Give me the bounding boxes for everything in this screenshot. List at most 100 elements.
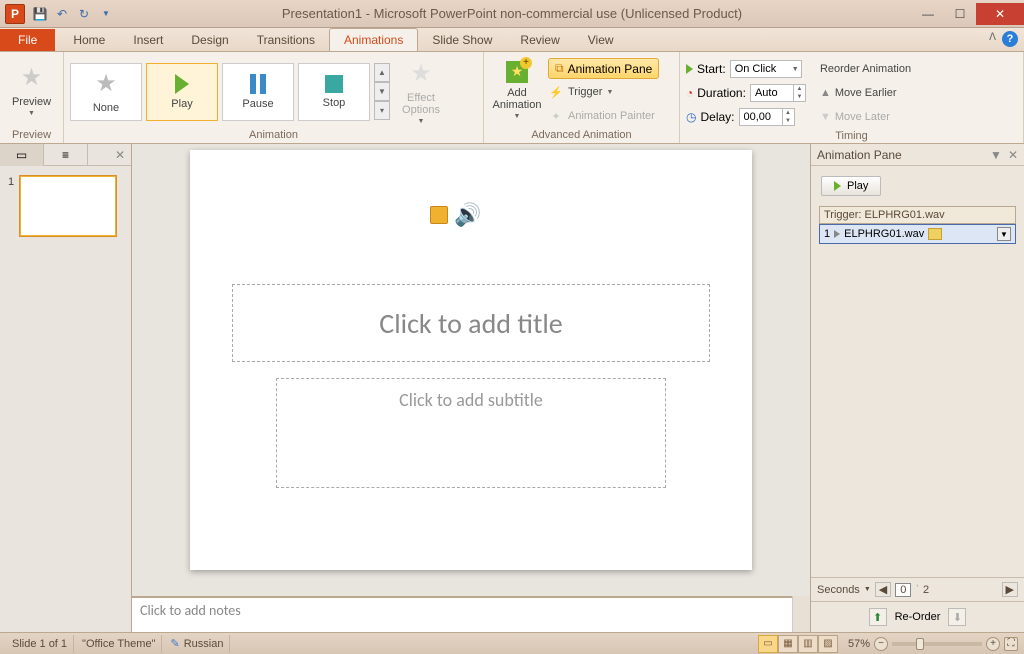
spin-up[interactable]: ▲	[793, 85, 805, 93]
animation-pane-button[interactable]: ⧉ Animation Pane	[548, 58, 659, 79]
gallery-down[interactable]: ▼	[374, 82, 390, 101]
chevron-down-icon: ▼	[28, 110, 35, 117]
reorder-up-button[interactable]: ⬆	[869, 608, 887, 626]
animation-item[interactable]: 1 ELPHRG01.wav ▼	[819, 224, 1016, 244]
tab-design[interactable]: Design	[177, 29, 242, 51]
duration-spinner[interactable]: Auto ▲▼	[750, 84, 806, 102]
trigger-button[interactable]: ⚡ Trigger ▼	[548, 81, 659, 103]
tab-file[interactable]: File	[0, 29, 55, 51]
delay-label: Delay:	[700, 110, 734, 124]
qat-more-icon[interactable]: ▼	[96, 4, 116, 24]
slides-icon: ▭	[16, 148, 27, 162]
timeline-prev[interactable]: ◀	[875, 582, 891, 597]
anim-pause[interactable]: Pause	[222, 63, 294, 121]
effect-options-label: Effect Options	[402, 92, 440, 116]
anim-play[interactable]: Play	[146, 63, 218, 121]
add-animation-button[interactable]: Add Animation ▼	[490, 56, 544, 124]
speaker-icon[interactable]: 🔊	[454, 202, 481, 228]
help-icon[interactable]: ?	[1002, 31, 1018, 47]
chevron-down-icon[interactable]: ▼	[864, 586, 871, 593]
save-icon[interactable]: 💾	[30, 4, 50, 24]
zoom-out-button[interactable]: −	[874, 637, 888, 651]
title-placeholder[interactable]: Click to add title	[232, 284, 710, 362]
pane-play-button[interactable]: Play	[821, 176, 881, 196]
start-label: Start:	[697, 62, 726, 76]
group-label-animation: Animation	[70, 127, 477, 141]
preview-button[interactable]: ★ Preview ▼	[6, 56, 57, 124]
up-icon: ▲	[820, 87, 831, 99]
zoom-control: 57% − + ⛶	[848, 637, 1018, 651]
spin-down[interactable]: ▼	[793, 93, 805, 101]
play-icon	[686, 64, 693, 74]
tab-slideshow[interactable]: Slide Show	[418, 29, 506, 51]
delay-spinner[interactable]: 00,00 ▲▼	[739, 108, 795, 126]
panel-close-icon[interactable]: ✕	[109, 148, 131, 162]
move-earlier-button[interactable]: ▲ Move Earlier	[820, 82, 911, 104]
app-icon: P	[5, 4, 25, 24]
slides-panel-tabs: ▭ ≡ ✕	[0, 144, 131, 166]
item-menu-icon[interactable]: ▼	[997, 227, 1011, 241]
anim-none[interactable]: ★ None	[70, 63, 142, 121]
status-language[interactable]: ✎ Russian	[164, 635, 230, 653]
gallery-up[interactable]: ▲	[374, 63, 390, 82]
outline-tab[interactable]: ≡	[44, 144, 88, 166]
minimize-ribbon-icon[interactable]: ᐱ	[989, 32, 996, 43]
pane-close-icon[interactable]: ✕	[1008, 148, 1018, 162]
slide-canvas-area[interactable]: 🔊 Click to add title Click to add subtit…	[132, 144, 810, 596]
spin-up[interactable]: ▲	[782, 109, 794, 117]
timeline-next[interactable]: ▶	[1002, 582, 1018, 597]
view-buttons: ▭ ▦ ▥ ▨	[758, 635, 838, 653]
pane-icon: ⧉	[555, 61, 564, 76]
slideshow-view-button[interactable]: ▨	[818, 635, 838, 653]
slide[interactable]: 🔊 Click to add title Click to add subtit…	[190, 150, 752, 570]
tab-home[interactable]: Home	[59, 29, 119, 51]
chevron-down-icon: ▼	[418, 118, 425, 125]
undo-icon[interactable]: ↶	[52, 4, 72, 24]
gallery-more[interactable]: ▾	[374, 101, 390, 120]
close-button[interactable]: ✕	[976, 3, 1024, 25]
effect-options-button: ★ Effect Options ▼	[394, 58, 448, 126]
stop-icon	[325, 75, 343, 93]
fit-to-window-button[interactable]: ⛶	[1004, 637, 1018, 651]
minimize-button[interactable]: —	[912, 3, 944, 25]
status-theme: "Office Theme"	[76, 635, 162, 653]
start-combo[interactable]: On Click ▼	[730, 60, 802, 78]
timeline-cur: 0	[895, 583, 911, 597]
pane-play-label: Play	[847, 180, 868, 192]
zoom-thumb[interactable]	[916, 638, 924, 650]
add-animation-label: Add Animation	[493, 87, 542, 111]
zoom-in-button[interactable]: +	[986, 637, 1000, 651]
slides-tab[interactable]: ▭	[0, 144, 44, 166]
animation-list: Trigger: ELPHRG01.wav 1 ELPHRG01.wav ▼	[819, 206, 1016, 244]
thumb-number: 1	[8, 176, 14, 236]
gallery-scroll: ▲ ▼ ▾	[374, 63, 390, 120]
title-bar: P 💾 ↶ ↻ ▼ Presentation1 - Microsoft Powe…	[0, 0, 1024, 28]
tab-view[interactable]: View	[574, 29, 628, 51]
play-icon	[175, 74, 189, 94]
subtitle-placeholder[interactable]: Click to add subtitle	[276, 378, 666, 488]
pane-menu-icon[interactable]: ▼	[990, 148, 1002, 162]
media-action-icon[interactable]	[430, 206, 448, 224]
move-later-button: ▼ Move Later	[820, 106, 911, 128]
zoom-value[interactable]: 57%	[848, 638, 870, 650]
tab-transitions[interactable]: Transitions	[243, 29, 329, 51]
maximize-button[interactable]: ☐	[944, 3, 976, 25]
window-title: Presentation1 - Microsoft PowerPoint non…	[282, 6, 742, 21]
tab-review[interactable]: Review	[506, 29, 573, 51]
pause-icon	[250, 74, 266, 94]
item-index: 1	[824, 228, 830, 240]
notes-scrollbar[interactable]	[792, 596, 810, 632]
zoom-slider[interactable]	[892, 642, 982, 646]
tab-animations[interactable]: Animations	[329, 28, 418, 51]
group-label-preview: Preview	[6, 127, 57, 141]
redo-icon[interactable]: ↻	[74, 4, 94, 24]
slide-thumbnail[interactable]: 1	[8, 176, 123, 236]
spin-down[interactable]: ▼	[782, 117, 794, 125]
sorter-view-button[interactable]: ▦	[778, 635, 798, 653]
notes-field[interactable]: Click to add notes	[132, 596, 792, 632]
reading-view-button[interactable]: ▥	[798, 635, 818, 653]
tab-insert[interactable]: Insert	[119, 29, 177, 51]
duration-icon: ◔	[686, 86, 693, 100]
normal-view-button[interactable]: ▭	[758, 635, 778, 653]
anim-stop[interactable]: Stop	[298, 63, 370, 121]
